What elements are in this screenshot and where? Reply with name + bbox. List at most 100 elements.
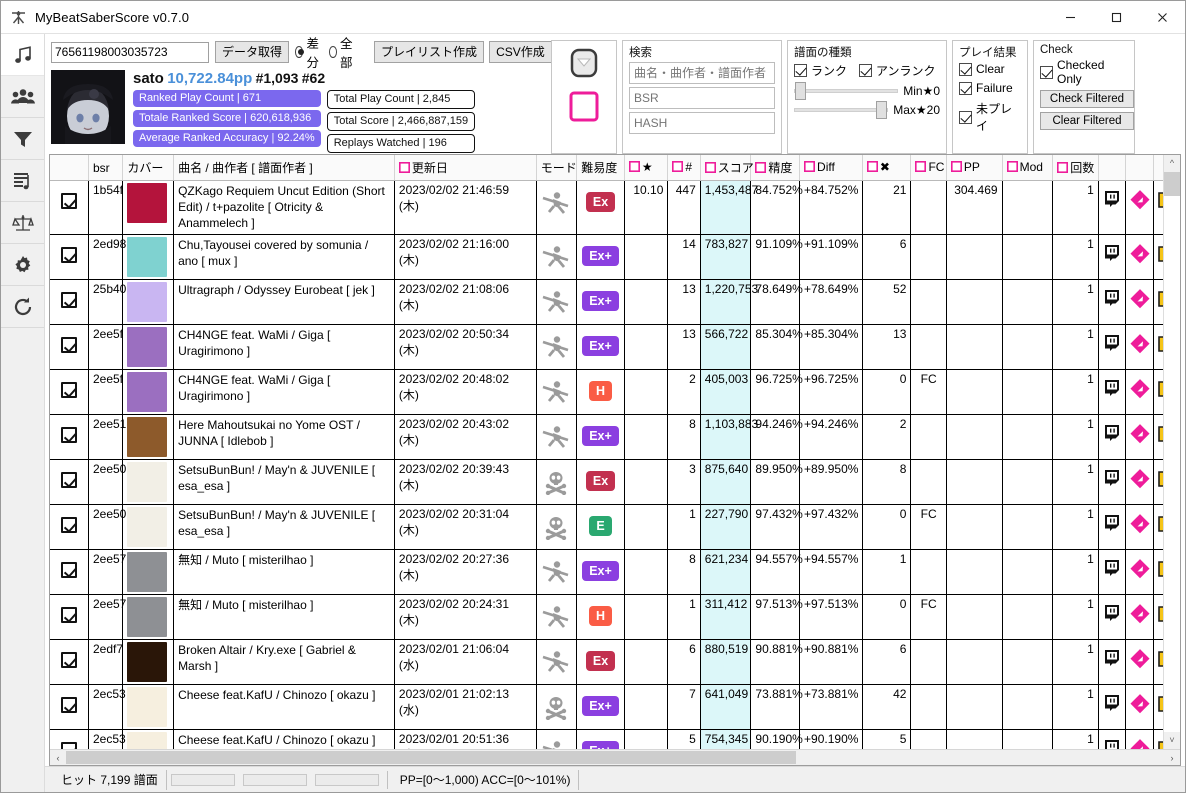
search-hash-input[interactable] <box>629 112 775 134</box>
sidebar-item-compare[interactable] <box>1 202 44 244</box>
table-row[interactable]: 2ed98 Chu,Tayousei covered by somunia / a… <box>50 234 1180 280</box>
scroll-left-arrow[interactable]: ‹ <box>50 753 66 763</box>
column-header-acc[interactable]: 精度 <box>750 155 801 181</box>
row-checkbox[interactable] <box>50 729 89 749</box>
table-row[interactable]: 2ec53 Cheese feat.KafU / Chinozo [ okazu … <box>50 684 1180 730</box>
sidebar-item-songs[interactable] <box>1 34 44 76</box>
checkbox-clear[interactable]: Clear <box>959 62 1021 76</box>
scroll-down-arrow[interactable]: ˅ <box>1164 732 1180 749</box>
table-row[interactable]: 2ee57 無知 / Muto [ misterilhao ] 2023/02/02… <box>50 549 1180 595</box>
column-header-miss[interactable]: ✖ <box>862 155 912 181</box>
table-row[interactable]: 2ee50 SetsuBunBun! / May'n & JUVENILE [ e… <box>50 459 1180 505</box>
column-header-updated[interactable]: 更新日 <box>394 155 537 181</box>
table-row[interactable]: 2ee5f CH4NGE feat. WaMi / Giga [ Uragirim… <box>50 324 1180 370</box>
table-row[interactable]: 1b54f QZKago Requiem Uncut Edition (Short… <box>50 180 1180 235</box>
column-header-pp[interactable]: PP <box>946 155 1003 181</box>
sidebar-item-playlist[interactable] <box>1 160 44 202</box>
column-header-check[interactable] <box>50 155 89 181</box>
search-title-input[interactable] <box>629 62 775 84</box>
clear-filtered-button[interactable]: Clear Filtered <box>1040 112 1134 130</box>
vertical-scrollbar[interactable]: ^ ˅ <box>1163 155 1180 749</box>
twitch-icon[interactable] <box>1098 279 1127 325</box>
twitch-icon[interactable] <box>1098 414 1127 460</box>
sidebar-item-filter[interactable] <box>1 118 44 160</box>
close-button[interactable] <box>1139 1 1185 33</box>
twitch-icon[interactable] <box>1098 684 1127 730</box>
column-header-twitch[interactable] <box>1098 155 1127 181</box>
column-checkbox-fc[interactable] <box>915 160 927 175</box>
max-star-thumb[interactable] <box>876 101 888 119</box>
twitch-icon[interactable] <box>1098 504 1127 550</box>
twitch-icon[interactable] <box>1098 324 1127 370</box>
minimize-button[interactable] <box>1047 1 1093 33</box>
column-header-rankno[interactable]: # <box>667 155 701 181</box>
beatsaver-icon[interactable] <box>1125 414 1154 460</box>
checkbox-unplayed[interactable]: 未プレイ <box>959 100 1021 134</box>
column-header-difficulty[interactable]: 難易度 <box>576 155 625 181</box>
radio-diff[interactable]: 差分 <box>295 33 323 71</box>
check-filtered-button[interactable]: Check Filtered <box>1040 90 1134 108</box>
column-header-fc[interactable]: FC <box>910 155 947 181</box>
column-checkbox-pp[interactable] <box>950 160 962 175</box>
column-header-title[interactable]: 曲名 / 曲作者 [ 譜面作者 ] <box>173 155 395 181</box>
twitch-icon[interactable] <box>1098 234 1127 280</box>
column-checkbox-star[interactable] <box>628 160 640 175</box>
column-header-mod[interactable]: Mod <box>1002 155 1054 181</box>
beatsaver-icon[interactable] <box>1125 639 1154 685</box>
steam-id-input[interactable] <box>51 41 209 63</box>
row-checkbox[interactable] <box>50 324 89 370</box>
checkbox-checked-only[interactable]: Checked Only <box>1040 58 1128 86</box>
horizontal-scroll-track[interactable] <box>66 750 1164 765</box>
column-header-score[interactable]: スコア <box>700 155 754 181</box>
sidebar-item-refresh[interactable] <box>1 286 44 328</box>
column-checkbox-diff[interactable] <box>804 160 816 175</box>
twitch-icon[interactable] <box>1098 549 1127 595</box>
table-row[interactable]: 2ee50 SetsuBunBun! / May'n & JUVENILE [ e… <box>50 504 1180 550</box>
create-csv-button[interactable]: CSV作成 <box>489 41 552 63</box>
row-checkbox[interactable] <box>50 369 89 415</box>
column-checkbox-miss[interactable] <box>866 160 878 175</box>
row-checkbox[interactable] <box>50 414 89 460</box>
column-header-diff[interactable]: Diff <box>799 155 863 181</box>
checkbox-failure[interactable]: Failure <box>959 81 1021 95</box>
row-checkbox[interactable] <box>50 180 89 235</box>
beatsaver-icon[interactable] <box>1125 234 1154 280</box>
column-checkbox-rankno[interactable] <box>672 160 684 175</box>
row-checkbox[interactable] <box>50 549 89 595</box>
row-checkbox[interactable] <box>50 279 89 325</box>
column-checkbox-mod[interactable] <box>1006 160 1018 175</box>
row-checkbox[interactable] <box>50 639 89 685</box>
column-header-cover[interactable]: カバー <box>122 155 175 181</box>
column-checkbox-updated[interactable] <box>398 161 410 176</box>
min-star-slider[interactable]: Min★0 <box>794 82 940 100</box>
twitch-icon[interactable] <box>1098 180 1127 235</box>
table-row[interactable]: 2ee5f CH4NGE feat. WaMi / Giga [ Uragirim… <box>50 369 1180 415</box>
column-header-mode[interactable]: モード <box>536 155 578 181</box>
beatsaver-icon[interactable] <box>1125 180 1154 235</box>
radio-all[interactable]: 全部 <box>328 33 357 71</box>
twitch-icon[interactable] <box>1098 459 1127 505</box>
beatsaver-icon[interactable] <box>1125 279 1154 325</box>
row-checkbox[interactable] <box>50 504 89 550</box>
search-bsr-input[interactable] <box>629 87 775 109</box>
column-checkbox-score[interactable] <box>704 161 716 176</box>
twitch-icon[interactable] <box>1098 369 1127 415</box>
scroll-right-arrow[interactable]: › <box>1164 753 1180 763</box>
horizontal-scroll-thumb[interactable] <box>66 751 796 764</box>
twitch-icon[interactable] <box>1098 639 1127 685</box>
max-star-slider[interactable]: Max★20 <box>794 101 940 119</box>
column-header-star[interactable]: ★ <box>624 155 669 181</box>
sidebar-item-settings[interactable] <box>1 244 44 286</box>
beatsaver-icon[interactable] <box>1125 594 1154 640</box>
row-checkbox[interactable] <box>50 684 89 730</box>
beatsaver-icon[interactable] <box>1125 369 1154 415</box>
min-star-thumb[interactable] <box>795 82 806 100</box>
beatsaver-icon[interactable] <box>1125 729 1154 749</box>
column-header-beatsaver[interactable] <box>1125 155 1154 181</box>
twitch-icon[interactable] <box>1098 729 1127 749</box>
beatsaver-icon[interactable] <box>1125 324 1154 370</box>
beatsaver-icon[interactable] <box>1125 549 1154 595</box>
maximize-button[interactable] <box>1093 1 1139 33</box>
sidebar-item-players[interactable] <box>1 76 44 118</box>
beatsaver-icon[interactable] <box>1125 504 1154 550</box>
